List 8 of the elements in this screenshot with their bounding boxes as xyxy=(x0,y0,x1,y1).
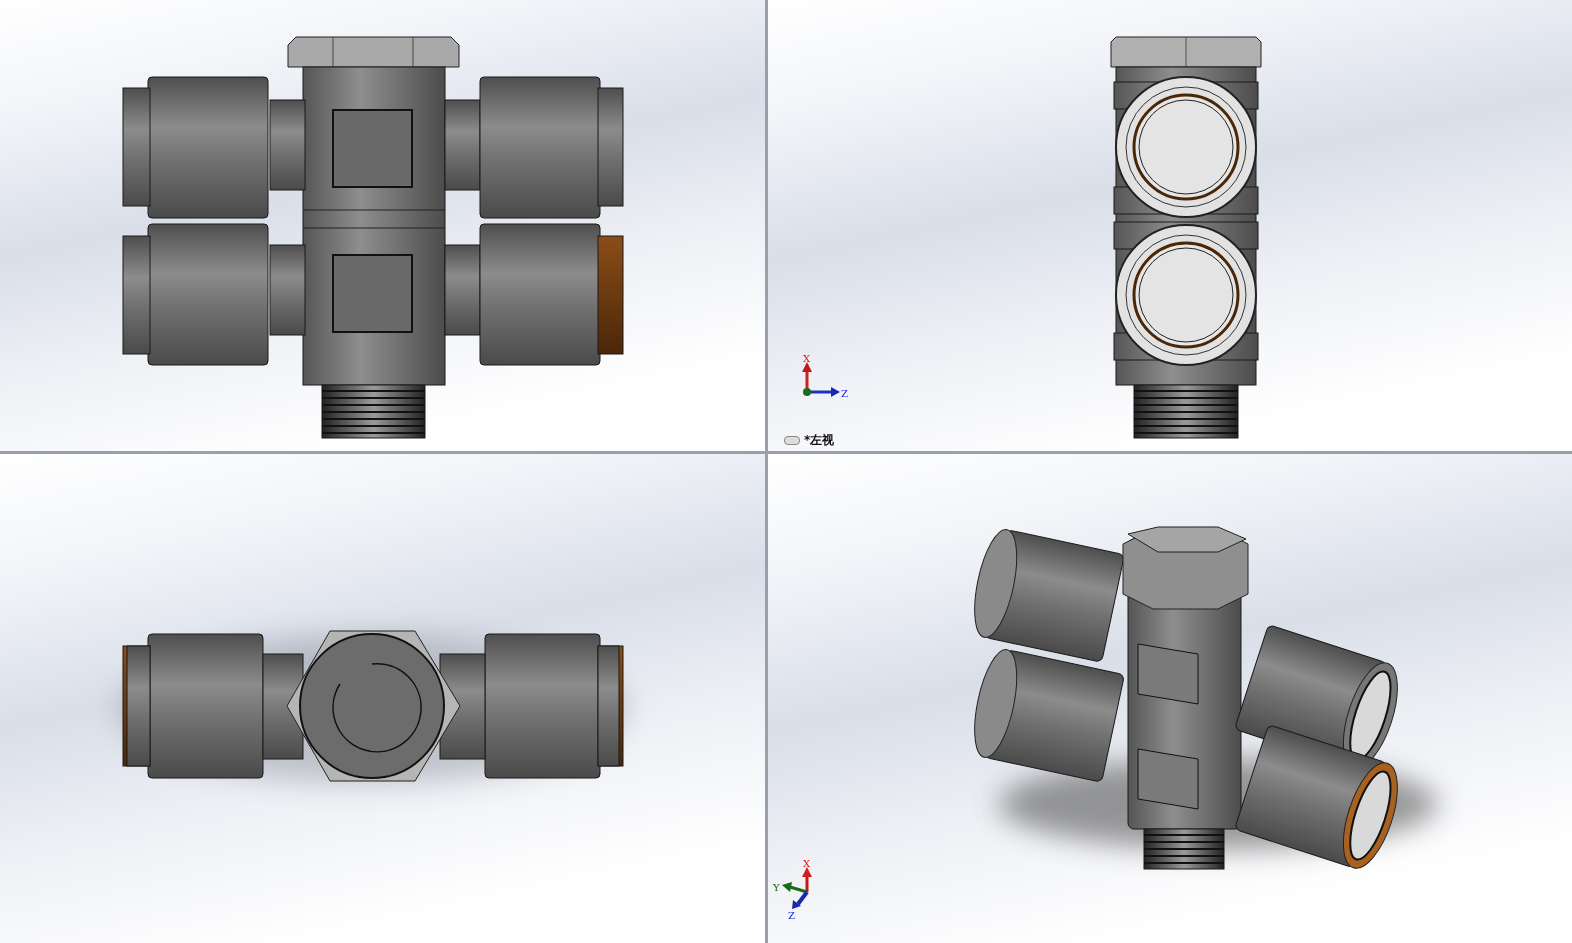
view-name: *左视 xyxy=(804,432,835,449)
axis-label: X xyxy=(803,353,811,364)
axis-label: Z xyxy=(841,388,848,399)
axis-label: Y xyxy=(773,882,780,893)
axis-triad-icon xyxy=(782,867,812,909)
axis-triad-icon xyxy=(802,362,840,397)
axis-label: Z xyxy=(788,910,795,921)
axis-label: X xyxy=(803,858,811,869)
